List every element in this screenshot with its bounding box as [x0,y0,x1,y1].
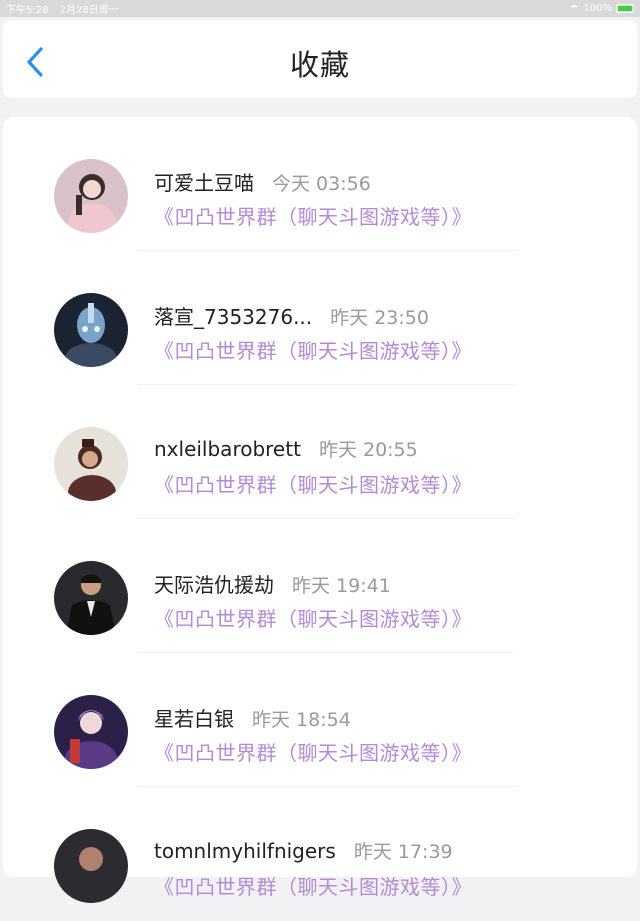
list-item[interactable]: 星若白银 昨天 18:54 《凹凸世界群（聊天斗图游戏等）》 [3,653,637,787]
username: tomnlmyhilfnigers [154,839,336,863]
timestamp: 昨天 23:50 [330,307,429,329]
status-left: 下午5:28 2月28日周一 [6,1,127,16]
username: 天际浩仇援劫 [154,573,274,597]
item-header: 天际浩仇援劫 昨天 19:41 [154,569,391,598]
group-link[interactable]: 《凹凸世界群（聊天斗图游戏等）》 [154,201,472,230]
status-right: 100% [569,3,634,14]
timestamp: 昨天 20:55 [318,439,418,461]
status-bar: 下午5:28 2月28日周一 100% [0,0,640,17]
list-item[interactable]: nxleilbarobrett 昨天 20:55 《凹凸世界群（聊天斗图游戏等）》 [3,385,637,519]
list-item[interactable]: 落宣_7353276... 昨天 23:50 《凹凸世界群（聊天斗图游戏等）》 [3,251,637,385]
timestamp: 昨天 17:39 [353,841,453,863]
status-time: 下午5:28 [6,5,49,16]
username: 落宣_7353276... [154,305,313,329]
username: 可爱土豆喵 [154,171,254,195]
timestamp: 昨天 19:41 [292,575,391,597]
list-item[interactable]: 天际浩仇援劫 昨天 19:41 《凹凸世界群（聊天斗图游戏等）》 [3,519,637,653]
group-link[interactable]: 《凹凸世界群（聊天斗图游戏等）》 [154,737,472,766]
favorites-list: 可爱土豆喵 今天 03:56 《凹凸世界群（聊天斗图游戏等）》 落宣_735327… [3,117,637,903]
item-header: nxleilbarobrett 昨天 20:55 [154,435,418,462]
username: nxleilbarobrett [154,437,301,461]
wifi-icon [569,4,580,13]
item-header: 可爱土豆喵 今天 03:56 [154,167,371,196]
status-date: 2月28日周一 [59,5,119,16]
list-item[interactable]: 可爱土豆喵 今天 03:56 《凹凸世界群（聊天斗图游戏等）》 [3,117,637,251]
group-link[interactable]: 《凹凸世界群（聊天斗图游戏等）》 [154,335,472,364]
battery-icon [616,4,634,13]
battery-percent: 100% [583,3,612,14]
avatar[interactable] [54,427,128,501]
group-link[interactable]: 《凹凸世界群（聊天斗图游戏等）》 [154,871,472,900]
group-link[interactable]: 《凹凸世界群（聊天斗图游戏等）》 [154,469,472,498]
page-title: 收藏 [289,48,350,82]
timestamp: 今天 03:56 [272,173,371,195]
header-bar: 收藏 [3,20,637,98]
avatar[interactable] [54,293,128,367]
list-item[interactable]: tomnlmyhilfnigers 昨天 17:39 《凹凸世界群（聊天斗图游戏等… [3,787,637,921]
avatar[interactable] [54,159,128,233]
item-header: tomnlmyhilfnigers 昨天 17:39 [154,837,453,864]
avatar[interactable] [54,695,128,769]
avatar[interactable] [54,561,128,635]
timestamp: 昨天 18:54 [252,709,351,731]
username: 星若白银 [154,707,234,731]
item-header: 星若白银 昨天 18:54 [154,703,351,732]
group-link[interactable]: 《凹凸世界群（聊天斗图游戏等）》 [154,603,472,632]
avatar[interactable] [54,829,128,903]
item-header: 落宣_7353276... 昨天 23:50 [154,301,429,330]
